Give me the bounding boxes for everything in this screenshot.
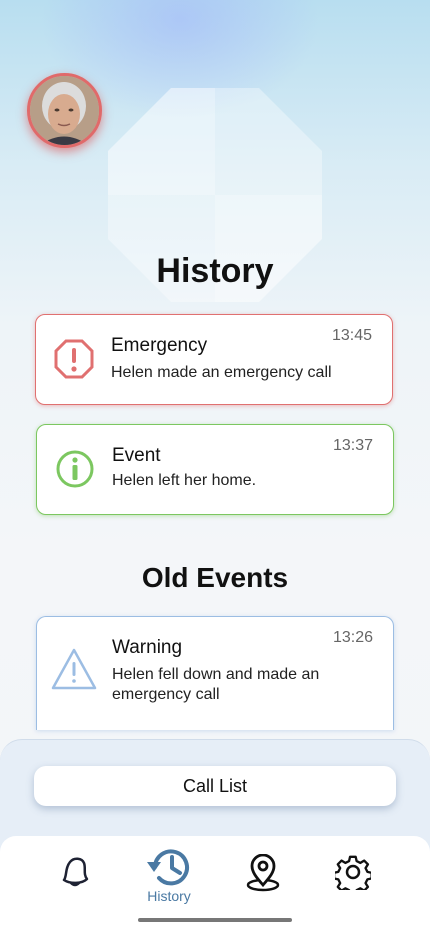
- event-description: Helen fell down and made an emergency ca…: [112, 666, 320, 703]
- page-title: History: [156, 252, 274, 290]
- event-time: 13:26: [332, 629, 373, 646]
- event-title: Emergency: [111, 335, 208, 356]
- location-pin-icon: [246, 854, 280, 892]
- nav-item-settings[interactable]: [335, 854, 371, 890]
- event-title: Event: [112, 445, 161, 466]
- old-events-title: Old Events: [141, 562, 289, 593]
- nav-item-history[interactable]: History: [140, 846, 198, 904]
- nav-item-bell[interactable]: [58, 854, 92, 888]
- avatar[interactable]: [27, 73, 102, 148]
- avatar-portrait-icon: [30, 76, 99, 145]
- nav-item-location[interactable]: [244, 854, 282, 892]
- gear-icon: [335, 855, 371, 890]
- event-card-event[interactable]: 13:37 Event Helen left her home.: [36, 424, 394, 515]
- call-list-button[interactable]: Call List: [34, 766, 396, 806]
- event-time: 13:45: [331, 327, 372, 344]
- octagon-exclamation-icon: [54, 339, 94, 379]
- event-title: Warning: [112, 637, 183, 658]
- nav-label-history: History: [147, 888, 191, 904]
- history-icon: [147, 849, 189, 886]
- event-card-warning[interactable]: 13:26 Warning Helen fell down and made a…: [36, 616, 394, 730]
- warning-triangle-icon: [51, 648, 97, 690]
- bell-icon: [62, 857, 89, 887]
- event-card-emergency[interactable]: 13:45 Emergency Helen made an emergency …: [35, 314, 393, 405]
- info-circle-icon: [56, 450, 94, 488]
- event-time: 13:37: [332, 437, 373, 454]
- event-description: Helen made an emergency call: [111, 364, 332, 381]
- event-description: Helen left her home.: [112, 472, 257, 489]
- home-indicator: [138, 918, 292, 922]
